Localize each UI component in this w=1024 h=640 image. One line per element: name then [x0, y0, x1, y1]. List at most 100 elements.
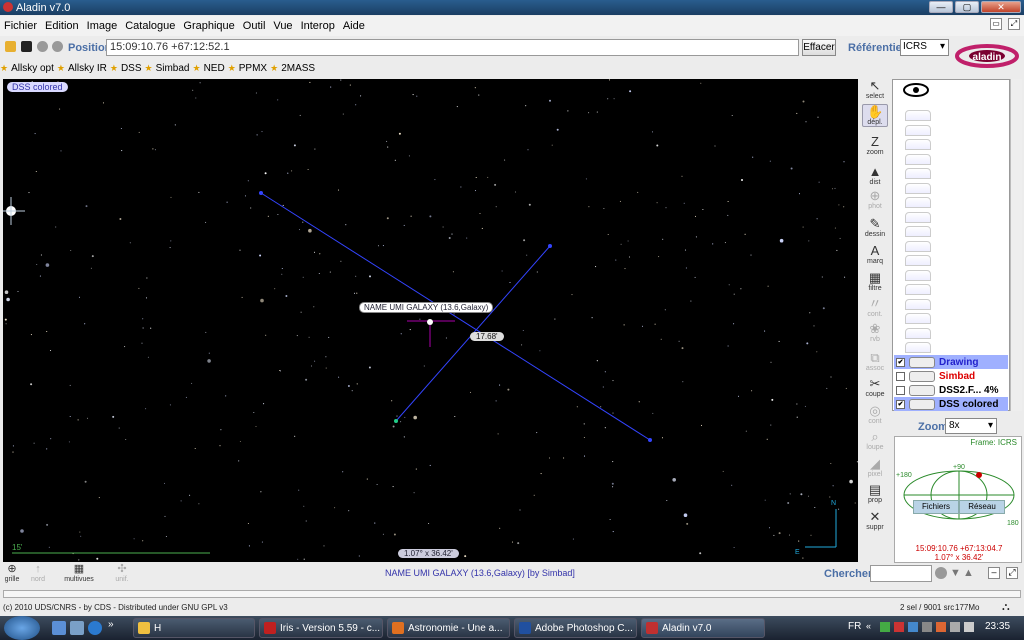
- tool-prop-button[interactable]: ▤ prop: [862, 483, 888, 505]
- switch-windows-icon[interactable]: [70, 621, 84, 635]
- line-endpoint[interactable]: [648, 438, 652, 442]
- tool-cut-button[interactable]: ✂ coupe: [862, 377, 888, 399]
- arrow-up-icon[interactable]: ▲: [963, 567, 975, 579]
- plane-row[interactable]: ✔ Drawing: [894, 355, 1008, 369]
- empty-plane-slot[interactable]: [905, 269, 931, 281]
- line-endpoint[interactable]: [394, 419, 398, 423]
- menu-image[interactable]: Image: [83, 20, 122, 32]
- line-endpoint[interactable]: [548, 244, 552, 248]
- empty-plane-slot[interactable]: [905, 197, 931, 208]
- empty-plane-slot[interactable]: [905, 182, 931, 194]
- fullscreen-icon[interactable]: ⤢: [1008, 18, 1020, 30]
- plane-row[interactable]: DSS2.F... 4%: [894, 383, 1008, 397]
- internet-explorer-icon[interactable]: [88, 621, 102, 635]
- bookmark-dss[interactable]: DSS: [118, 63, 145, 74]
- empty-plane-slot[interactable]: [905, 226, 931, 237]
- empty-plane-slot[interactable]: [905, 124, 931, 136]
- line-endpoint[interactable]: [259, 191, 263, 195]
- menu-edition[interactable]: Edition: [41, 20, 83, 32]
- expand-panel-icon[interactable]: ⤢: [1006, 567, 1018, 579]
- empty-plane-slot[interactable]: [905, 139, 931, 150]
- empty-plane-slot[interactable]: [905, 153, 931, 165]
- zoom-select[interactable]: 8x ▾: [945, 418, 997, 434]
- save-icon[interactable]: [21, 41, 32, 52]
- empty-plane-slot[interactable]: [905, 255, 931, 266]
- tray-app-icon[interactable]: [908, 622, 918, 632]
- back-icon[interactable]: [37, 41, 48, 52]
- tool-pan-button[interactable]: ✋ dépl.: [862, 104, 888, 127]
- stack-scrollbar[interactable]: [1010, 79, 1022, 411]
- tool-zoom-button[interactable]: Zzoom: [862, 135, 888, 157]
- maximize-button[interactable]: ▢: [955, 1, 979, 13]
- plane-checkbox[interactable]: ✔: [896, 357, 905, 367]
- start-button[interactable]: [4, 616, 40, 640]
- language-indicator[interactable]: FR: [848, 621, 861, 632]
- taskbar-button[interactable]: H: [133, 618, 255, 638]
- close-button[interactable]: ✕: [981, 1, 1021, 13]
- tray-app-icon[interactable]: [880, 622, 890, 632]
- open-folder-icon[interactable]: [5, 41, 16, 52]
- sky-viewer[interactable]: DSS colored NAME UMI GALAXY (13.6,Galaxy…: [3, 79, 858, 562]
- clear-button[interactable]: Effacer: [802, 39, 836, 56]
- tool-mark-button[interactable]: Amarq: [862, 244, 888, 266]
- minimize-button[interactable]: —: [929, 1, 953, 13]
- menu-aide[interactable]: Aide: [339, 20, 369, 32]
- plane-checkbox[interactable]: ✔: [896, 399, 905, 409]
- quicklaunch-more-icon[interactable]: »: [108, 619, 114, 630]
- tool-filter-button[interactable]: ▦ filtre: [862, 271, 888, 293]
- show-desktop-icon[interactable]: [52, 621, 66, 635]
- bookmark-ned[interactable]: NED: [201, 63, 228, 74]
- taskbar-button[interactable]: Astronomie - Une a...: [387, 618, 510, 638]
- menu-catalogue[interactable]: Catalogue: [121, 20, 179, 32]
- clock[interactable]: 23:35: [985, 621, 1010, 632]
- taskbar-button[interactable]: Iris - Version 5.59 - c...: [259, 618, 383, 638]
- restore-panel-icon[interactable]: ▭: [990, 18, 1002, 30]
- distance-line[interactable]: [260, 192, 651, 441]
- survey-tag[interactable]: DSS colored: [7, 82, 68, 92]
- object-label[interactable]: NAME UMI GALAXY (13.6,Galaxy): [359, 302, 494, 313]
- multiview-button[interactable]: ▦ multivues: [54, 563, 104, 583]
- bookmark-allsky-opt[interactable]: Allsky opt: [8, 63, 57, 74]
- tool-draw-button[interactable]: ✎ dessin: [862, 217, 888, 239]
- menu-graphique[interactable]: Graphique: [179, 20, 238, 32]
- bookmark-allsky-ir[interactable]: Allsky IR: [65, 63, 110, 74]
- empty-plane-slot[interactable]: [905, 211, 931, 223]
- empty-plane-slot[interactable]: [905, 313, 931, 324]
- empty-plane-slot[interactable]: [905, 240, 931, 252]
- files-button[interactable]: Fichiers: [913, 500, 959, 514]
- eye-icon[interactable]: [903, 82, 929, 98]
- plane-checkbox[interactable]: [896, 385, 905, 395]
- grid-button[interactable]: ⊕ grille: [0, 563, 24, 583]
- network-button[interactable]: Réseau: [959, 500, 1005, 514]
- tool-delete-button[interactable]: ✕ suppr: [862, 510, 888, 532]
- tray-app-icon[interactable]: [936, 622, 946, 632]
- taskbar-button[interactable]: Aladin v7.0: [641, 618, 765, 638]
- position-input[interactable]: 15:09:10.76 +67:12:52.1: [106, 39, 799, 56]
- bookmark-2mass[interactable]: 2MASS: [278, 63, 318, 74]
- empty-plane-slot[interactable]: [905, 342, 931, 353]
- frame-select[interactable]: ICRS ▾: [900, 39, 949, 56]
- bookmark-ppmx[interactable]: PPMX: [236, 63, 270, 74]
- object-marker[interactable]: [427, 319, 433, 325]
- empty-plane-slot[interactable]: [905, 284, 931, 295]
- bookmark-simbad[interactable]: Simbad: [153, 63, 193, 74]
- empty-plane-slot[interactable]: [905, 110, 931, 121]
- sky-globe-icon[interactable]: +90 +180 180: [895, 447, 1023, 537]
- menu-interop[interactable]: Interop: [297, 20, 339, 32]
- plane-row[interactable]: Simbad: [894, 369, 1008, 383]
- taskbar-button[interactable]: Adobe Photoshop C...: [514, 618, 637, 638]
- tool-select-button[interactable]: ↖ select: [862, 79, 888, 101]
- menu-fichier[interactable]: Fichier: [0, 20, 41, 32]
- menu-vue[interactable]: Vue: [269, 20, 296, 32]
- arrow-down-icon[interactable]: ▼: [950, 567, 962, 579]
- empty-plane-slot[interactable]: [905, 298, 931, 310]
- minimize-panel-icon[interactable]: –: [988, 567, 1000, 579]
- tray-app-icon[interactable]: [922, 622, 932, 632]
- forward-icon[interactable]: [52, 41, 63, 52]
- plane-row[interactable]: ✔ DSS colored: [894, 397, 1008, 411]
- tool-dist-button[interactable]: ▲ dist: [862, 165, 888, 187]
- empty-plane-slot[interactable]: [905, 168, 931, 179]
- empty-plane-slot[interactable]: [905, 327, 931, 339]
- network-icon[interactable]: [950, 622, 960, 632]
- search-go-icon[interactable]: [935, 567, 947, 579]
